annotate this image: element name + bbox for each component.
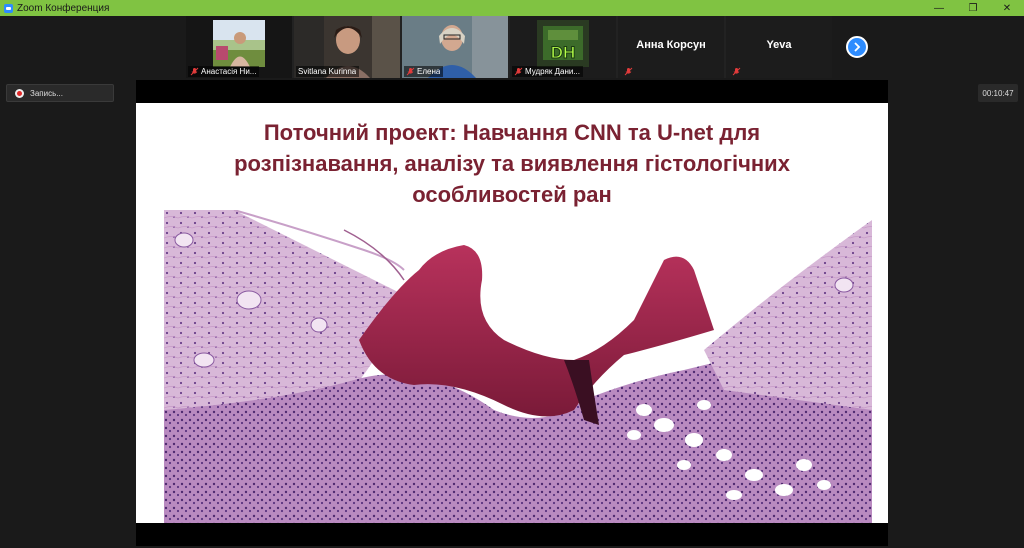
participant-name: Елена bbox=[417, 67, 441, 76]
participant-name: Анастасія Ни... bbox=[201, 67, 257, 76]
zoom-app-icon bbox=[4, 3, 13, 13]
participant-tile[interactable]: Yeva bbox=[726, 16, 832, 78]
close-button[interactable]: ✕ bbox=[990, 0, 1024, 16]
next-participants-button[interactable] bbox=[846, 36, 868, 58]
slide-title-line: розпізнавання, аналізу та виявлення гіст… bbox=[234, 151, 790, 176]
chevron-right-icon bbox=[854, 42, 861, 52]
participant-name-plate: Мудряк Дани... bbox=[512, 66, 583, 77]
mic-muted-icon bbox=[190, 67, 199, 76]
window-title: Zoom Конференция bbox=[17, 2, 110, 14]
avatar-text: DH bbox=[551, 43, 576, 62]
meeting-main: Анастасія Ни... Svitlana Kurinna Елена D… bbox=[0, 16, 1024, 548]
recording-label: Запись... bbox=[30, 88, 63, 98]
minimize-button[interactable]: — bbox=[922, 0, 956, 16]
window-titlebar: Zoom Конференция — ❐ ✕ bbox=[0, 0, 1024, 16]
participant-name: Анна Корсун bbox=[636, 39, 706, 51]
screen-share-area: Поточний проект: Навчання CNN та U-net д… bbox=[136, 80, 888, 546]
meeting-timer: 00:10:47 bbox=[978, 84, 1018, 102]
participant-tile[interactable]: Анастасія Ни... bbox=[186, 16, 292, 78]
participant-tile[interactable]: Елена bbox=[402, 16, 508, 78]
mic-muted-icon bbox=[406, 67, 415, 76]
recording-indicator[interactable]: Запись... bbox=[6, 84, 114, 102]
slide-title: Поточний проект: Навчання CNN та U-net д… bbox=[176, 117, 848, 210]
histology-image bbox=[164, 210, 872, 523]
maximize-button[interactable]: ❐ bbox=[956, 0, 990, 16]
mic-muted-icon bbox=[732, 67, 741, 76]
slide-title-line: Поточний проект: Навчання CNN та U-net д… bbox=[263, 120, 761, 145]
slide-title-line: особливостей ран bbox=[412, 182, 612, 207]
participant-name-plate: Svitlana Kurinna bbox=[296, 66, 360, 77]
participant-name: Svitlana Kurinna bbox=[298, 67, 357, 76]
participant-name: Мудряк Дани... bbox=[525, 67, 580, 76]
participants-strip: Анастасія Ни... Svitlana Kurinna Елена D… bbox=[186, 16, 832, 78]
participant-tile[interactable]: Анна Корсун bbox=[618, 16, 724, 78]
record-icon bbox=[15, 88, 24, 98]
participant-name: Yeva bbox=[766, 39, 792, 51]
participant-name-plate: Анастасія Ни... bbox=[188, 66, 260, 77]
participant-tile-active-speaker[interactable]: Svitlana Kurinna bbox=[294, 16, 400, 78]
participant-name-plate: Елена bbox=[404, 66, 444, 77]
participant-tile[interactable]: DH Мудряк Дани... bbox=[510, 16, 616, 78]
presentation-slide: Поточний проект: Навчання CNN та U-net д… bbox=[136, 103, 888, 523]
mic-muted-icon bbox=[514, 67, 523, 76]
mic-muted-icon bbox=[624, 67, 633, 76]
